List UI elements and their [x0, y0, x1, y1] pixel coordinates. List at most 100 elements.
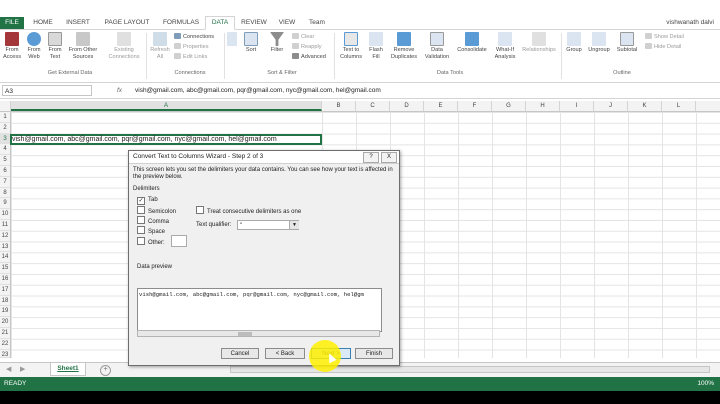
column-header-b[interactable]: B [322, 101, 356, 111]
chevron-down-icon[interactable]: ▼ [289, 221, 299, 229]
select-all-corner[interactable] [0, 101, 11, 111]
tab-page-layout[interactable]: PAGE LAYOUT [100, 17, 154, 29]
row-header[interactable]: 10 [0, 209, 10, 220]
row-header[interactable]: 21 [0, 328, 10, 339]
consolidate-button[interactable]: Consolidate [454, 32, 490, 54]
row-header[interactable]: 3 [0, 133, 10, 145]
properties-button[interactable]: Properties [174, 43, 209, 52]
column-header-g[interactable]: G [492, 101, 526, 111]
consecutive-delimiters-checkbox[interactable]: Treat consecutive delimiters as one [196, 206, 301, 216]
tab-data[interactable]: DATA [205, 16, 235, 30]
scrollbar-thumb[interactable] [238, 332, 252, 336]
text-to-columns-button[interactable]: Text to Columns [337, 32, 365, 61]
column-header-a[interactable]: A [11, 101, 322, 111]
group-button[interactable]: Group [563, 32, 585, 54]
checkbox-box[interactable] [137, 226, 145, 234]
column-header-h[interactable]: H [526, 101, 560, 111]
sheet-nav-right-icon[interactable]: ▶ [20, 365, 25, 373]
row-header[interactable]: 7 [0, 177, 10, 188]
tab-formulas[interactable]: FORMULAS [160, 17, 202, 29]
edit-links-button[interactable]: Edit Links [174, 53, 207, 62]
from-text-button[interactable]: From Text [45, 32, 65, 61]
sort-az-button[interactable] [226, 32, 238, 47]
checkbox-box[interactable] [196, 206, 204, 214]
comma-checkbox[interactable]: Comma [137, 216, 169, 226]
row-header[interactable]: 17 [0, 285, 10, 296]
what-if-analysis-button[interactable]: What-If Analysis [491, 32, 519, 61]
row-header[interactable]: 14 [0, 252, 10, 264]
row-header[interactable]: 8 [0, 188, 10, 199]
checkbox-box[interactable] [137, 216, 145, 224]
ungroup-button[interactable]: Ungroup [586, 32, 612, 54]
sheet-tab-sheet1[interactable]: Sheet1 [50, 363, 86, 376]
zoom-level[interactable]: 100% [697, 377, 714, 391]
column-header-l[interactable]: L [662, 101, 696, 111]
other-checkbox[interactable]: Other: [137, 237, 165, 247]
row-header[interactable]: 5 [0, 155, 10, 166]
hide-detail-button[interactable]: Hide Detail [645, 43, 681, 52]
checkbox-box[interactable] [137, 237, 145, 245]
cancel-button[interactable]: Cancel [221, 348, 259, 359]
flash-fill-button[interactable]: Flash Fill [366, 32, 386, 61]
row-header[interactable]: 15 [0, 263, 10, 274]
column-header-e[interactable]: E [424, 101, 458, 111]
show-detail-button[interactable]: Show Detail [645, 33, 684, 42]
relationships-button[interactable]: Relationships [520, 32, 558, 54]
formula-input[interactable]: vish@gmail.com, abc@gmail.com, pqr@gmail… [135, 85, 381, 96]
user-name[interactable]: vishwanath dalvi [666, 17, 714, 29]
from-other-sources-button[interactable]: From Other Sources [66, 32, 100, 61]
tab-checkbox[interactable]: ✓ Tab [137, 196, 158, 205]
close-icon[interactable]: X [381, 152, 397, 163]
tab-review[interactable]: REVIEW [238, 17, 270, 29]
row-header[interactable]: 2 [0, 123, 10, 134]
cell-a3-value[interactable]: vish@gmail.com, abc@gmail.com, pqr@gmail… [12, 135, 277, 144]
row-header[interactable]: 19 [0, 306, 10, 318]
subtotal-button[interactable]: Subtotal [613, 32, 641, 54]
row-header[interactable]: 11 [0, 220, 10, 231]
checkbox-box[interactable] [137, 206, 145, 214]
row-header[interactable]: 1 [0, 112, 10, 123]
row-header[interactable]: 9 [0, 198, 10, 210]
checkmark-icon[interactable]: ✓ [137, 197, 145, 205]
finish-button[interactable]: Finish [355, 348, 393, 359]
dialog-title-bar[interactable]: Convert Text to Columns Wizard - Step 2 … [129, 151, 399, 164]
tab-insert[interactable]: INSERT [62, 17, 94, 29]
row-header[interactable]: 4 [0, 144, 10, 156]
clear-button[interactable]: Clear [292, 33, 314, 42]
column-header-d[interactable]: D [390, 101, 424, 111]
back-button[interactable]: < Back [265, 348, 305, 359]
column-header-c[interactable]: C [356, 101, 390, 111]
row-header[interactable]: 22 [0, 339, 10, 350]
horizontal-scrollbar[interactable] [230, 366, 710, 373]
name-box[interactable]: A3 [2, 85, 92, 96]
sheet-nav-left-icon[interactable]: ◀ [6, 365, 11, 373]
row-header[interactable]: 20 [0, 317, 10, 328]
help-icon[interactable]: ? [363, 152, 379, 163]
data-validation-button[interactable]: Data Validation [422, 32, 452, 61]
preview-scrollbar[interactable] [137, 330, 380, 337]
column-header-k[interactable]: K [628, 101, 662, 111]
row-header[interactable]: 6 [0, 166, 10, 177]
advanced-button[interactable]: Advanced [292, 53, 326, 62]
remove-duplicates-button[interactable]: Remove Duplicates [387, 32, 421, 61]
space-checkbox[interactable]: Space [137, 226, 165, 236]
add-sheet-icon[interactable]: + [100, 365, 111, 376]
other-delimiter-input[interactable] [171, 235, 187, 247]
column-header-j[interactable]: J [594, 101, 628, 111]
row-header[interactable]: 18 [0, 296, 10, 307]
semicolon-checkbox[interactable]: Semicolon [137, 206, 176, 216]
fx-label[interactable]: fx [117, 85, 122, 96]
row-header[interactable]: 23 [0, 350, 10, 358]
column-header-i[interactable]: I [560, 101, 594, 111]
existing-connections-button[interactable]: Existing Connections [104, 32, 144, 61]
data-preview-pane[interactable]: vish@gmail.com, abc@gmail.com, pqr@gmail… [137, 288, 382, 332]
reapply-button[interactable]: Reapply [292, 43, 322, 52]
from-access-button[interactable]: From Access [1, 32, 23, 61]
row-header[interactable]: 12 [0, 231, 10, 242]
tab-view[interactable]: VIEW [274, 17, 300, 29]
row-header[interactable]: 13 [0, 242, 10, 253]
filter-button[interactable]: Filter [266, 32, 288, 54]
tab-home[interactable]: HOME [30, 17, 56, 29]
tab-file[interactable]: FILE [0, 17, 24, 29]
refresh-all-button[interactable]: Refresh All [148, 32, 172, 61]
